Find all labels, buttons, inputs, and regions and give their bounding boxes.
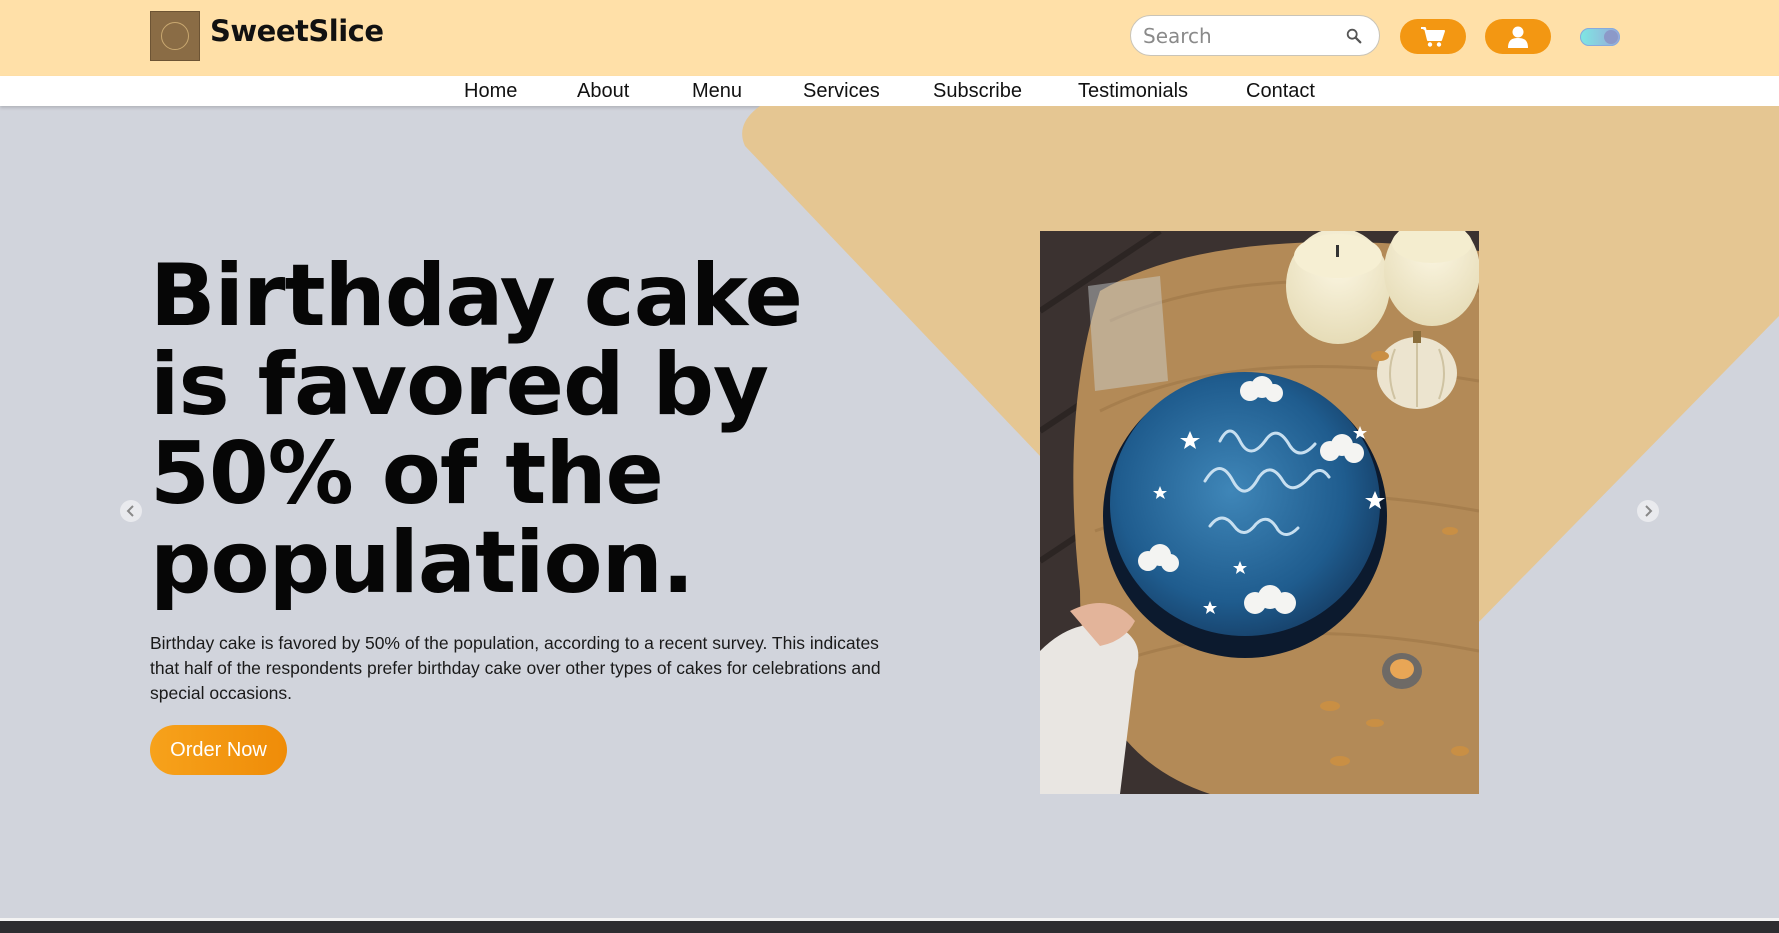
brand-logo[interactable]: [150, 11, 200, 61]
search-input[interactable]: [1143, 23, 1333, 48]
cart-icon: [1421, 26, 1445, 47]
chevron-left-icon: [126, 505, 134, 517]
nav-testimonials[interactable]: Testimonials: [1078, 80, 1188, 103]
hero-headline: Birthday cake is favored by 50% of the p…: [150, 246, 803, 613]
search-icon[interactable]: [1345, 27, 1363, 45]
order-now-button[interactable]: Order Now: [150, 725, 287, 775]
nav-about[interactable]: About: [577, 80, 629, 103]
cart-button[interactable]: [1400, 19, 1466, 54]
user-icon: [1508, 26, 1528, 48]
nav-menu[interactable]: Menu: [692, 80, 742, 103]
carousel-prev-button[interactable]: [120, 500, 142, 522]
main-nav: Home About Menu Services Subscribe Testi…: [0, 76, 1779, 106]
top-header: SweetSlice: [0, 0, 1779, 76]
cake-image: [1040, 231, 1479, 794]
nav-subscribe[interactable]: Subscribe: [933, 80, 1022, 103]
hero-description: Birthday cake is favored by 50% of the p…: [150, 633, 881, 703]
window-bottom-edge: [0, 918, 1779, 933]
nav-contact[interactable]: Contact: [1246, 80, 1315, 103]
carousel-next-button[interactable]: [1637, 500, 1659, 522]
search-box[interactable]: [1130, 15, 1380, 56]
nav-home[interactable]: Home: [464, 80, 517, 103]
nav-services[interactable]: Services: [803, 80, 880, 103]
chevron-right-icon: [1645, 505, 1653, 517]
user-button[interactable]: [1485, 19, 1551, 54]
brand-name[interactable]: SweetSlice: [210, 14, 384, 48]
theme-toggle[interactable]: [1580, 28, 1620, 46]
